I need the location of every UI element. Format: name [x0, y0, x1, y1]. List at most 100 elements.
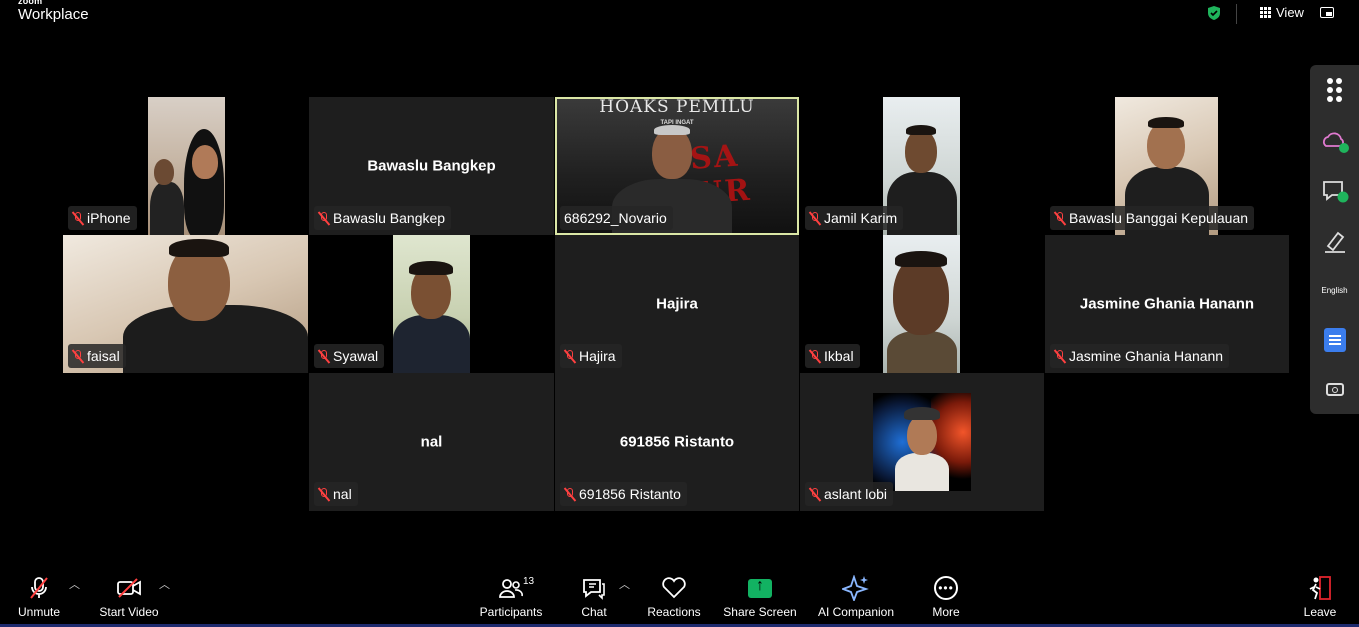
video-tile-aslant-lobi[interactable]: aslant lobi — [800, 373, 1044, 511]
highlighter-icon — [1324, 231, 1345, 253]
video-tile-ikbal[interactable]: Ikbal — [800, 235, 1045, 373]
video-tile-jamil-karim[interactable]: Jamil Karim — [800, 97, 1045, 235]
docs-button[interactable] — [1310, 322, 1359, 358]
muted-mic-icon — [564, 487, 576, 502]
video-tile-iphone[interactable]: iPhone — [63, 97, 308, 235]
participant-name: Jamil Karim — [824, 210, 898, 226]
apps-icon — [1327, 78, 1342, 102]
start-video-label: Start Video — [99, 605, 159, 619]
participants-count: 13 — [523, 576, 535, 587]
participant-name-tag: iPhone — [68, 206, 137, 230]
chat-translate-button[interactable] — [1310, 173, 1359, 209]
muted-mic-icon — [318, 349, 330, 364]
video-tile-faisal[interactable]: faisal — [63, 235, 308, 373]
participant-name: iPhone — [87, 210, 131, 226]
video-tile-bawaslu-bangkep[interactable]: Bawaslu Bangkep Bawaslu Bangkep — [309, 97, 554, 235]
participant-name: faisal — [87, 348, 120, 364]
chat-icon — [581, 575, 607, 601]
video-tile-novario[interactable]: HOAKS PEMILU TAPI INGAT TSA OUR 686292_N… — [555, 97, 799, 235]
participant-name-tag: Hajira — [560, 344, 622, 368]
chat-sync-icon — [1322, 181, 1348, 203]
participant-center-name: 691856 Ristanto — [619, 433, 735, 451]
participant-name-tag: Jamil Karim — [805, 206, 904, 230]
participant-name-tag: Jasmine Ghania Hanann — [1050, 344, 1230, 368]
video-tile-ristanto[interactable]: 691856 Ristanto 691856 Ristanto — [555, 373, 799, 511]
grid-view-icon — [1260, 7, 1271, 18]
participant-name-tag: Bawaslu Banggai Kepulauan — [1050, 206, 1255, 230]
english-label: English — [1321, 285, 1348, 295]
top-divider — [1236, 4, 1237, 24]
chat-label: Chat — [581, 605, 607, 619]
participant-center-name: Hajira — [656, 295, 698, 313]
muted-mic-icon — [1054, 349, 1066, 364]
chat-button[interactable]: Chat — [575, 567, 613, 627]
camera-icon — [1325, 382, 1344, 396]
more-dots-icon: ••• — [934, 576, 958, 600]
participant-name: Bawaslu Bangkep — [333, 210, 446, 226]
participant-name: Bawaslu Banggai Kepulauan — [1069, 210, 1249, 226]
muted-mic-icon — [809, 211, 821, 226]
sparkle-icon — [842, 575, 870, 601]
participant-name-tag: Bawaslu Bangkep — [314, 206, 452, 230]
participant-name: Syawal — [333, 348, 379, 364]
participant-name-tag: aslant lobi — [805, 482, 894, 506]
encryption-shield-icon[interactable] — [1206, 5, 1222, 21]
muted-mic-icon — [809, 487, 821, 502]
cloud-sun-icon — [1322, 132, 1349, 153]
ai-companion-button[interactable]: AI Companion — [814, 567, 898, 627]
document-icon — [1323, 328, 1346, 352]
zoom-logo: zoom Workplace — [18, 0, 89, 22]
heart-icon — [661, 575, 687, 601]
start-video-button[interactable]: Start Video — [96, 567, 162, 627]
participant-name: aslant lobi — [824, 486, 888, 502]
language-button[interactable]: English — [1310, 272, 1359, 308]
weather-app-button[interactable] — [1310, 123, 1359, 159]
participant-name: Ikbal — [824, 348, 854, 364]
reactions-label: Reactions — [647, 605, 701, 619]
video-tile-nal[interactable]: nal nal — [309, 373, 554, 511]
participant-center-name: Jasmine Ghania Hanann — [1079, 295, 1255, 313]
reactions-button[interactable]: Reactions — [646, 567, 702, 627]
share-screen-icon — [748, 577, 772, 598]
participant-name-tag: Syawal — [314, 344, 385, 368]
muted-mic-icon — [1054, 211, 1066, 226]
annotate-button[interactable] — [1310, 223, 1359, 259]
share-screen-button[interactable]: Share Screen — [723, 567, 797, 627]
participants-label: Participants — [479, 605, 543, 619]
unmute-button[interactable]: Unmute — [14, 567, 64, 627]
top-bar: zoom Workplace View — [0, 0, 1359, 38]
video-tile-bawaslu-banggai-kepulauan[interactable]: Bawaslu Banggai Kepulauan — [1045, 97, 1289, 235]
participant-video — [393, 235, 470, 373]
participant-video — [148, 97, 225, 235]
video-tile-hajira[interactable]: Hajira Hajira — [555, 235, 799, 373]
muted-mic-icon — [318, 211, 330, 226]
camera-button[interactable] — [1310, 371, 1359, 407]
participant-name-tag: nal — [314, 482, 358, 506]
side-apps-panel: English — [1310, 65, 1359, 414]
video-tile-jasmine-ghania-hanann[interactable]: Jasmine Ghania Hanann Jasmine Ghania Han… — [1045, 235, 1289, 373]
participant-name-tag: 691856 Ristanto — [560, 482, 687, 506]
view-button[interactable]: View — [1260, 5, 1304, 20]
more-button[interactable]: ••• More — [926, 567, 966, 627]
chat-options-caret-icon[interactable]: ︿ — [619, 576, 630, 592]
participant-name: nal — [333, 486, 352, 502]
more-label: More — [932, 605, 960, 619]
mic-muted-icon — [28, 575, 50, 601]
more-icon-wrap: ••• — [934, 575, 958, 601]
leave-door-icon — [1308, 575, 1332, 601]
video-tile-syawal[interactable]: Syawal — [309, 235, 554, 373]
apps-button[interactable] — [1310, 72, 1359, 108]
audio-options-caret-icon[interactable]: ︿ — [69, 576, 80, 592]
share-screen-label: Share Screen — [723, 605, 797, 619]
picture-in-picture-icon[interactable] — [1320, 7, 1334, 18]
unmute-label: Unmute — [17, 605, 61, 619]
muted-mic-icon — [318, 487, 330, 502]
leave-button[interactable]: Leave — [1300, 567, 1340, 627]
video-options-caret-icon[interactable]: ︿ — [159, 576, 170, 592]
participant-name-tag: Ikbal — [805, 344, 860, 368]
participants-icon — [498, 575, 524, 601]
video-off-icon — [116, 575, 142, 601]
participant-name-tag: 686292_Novario — [560, 206, 673, 230]
participant-name: Jasmine Ghania Hanann — [1069, 348, 1224, 364]
shared-video-title: HOAKS PEMILU — [599, 99, 755, 117]
